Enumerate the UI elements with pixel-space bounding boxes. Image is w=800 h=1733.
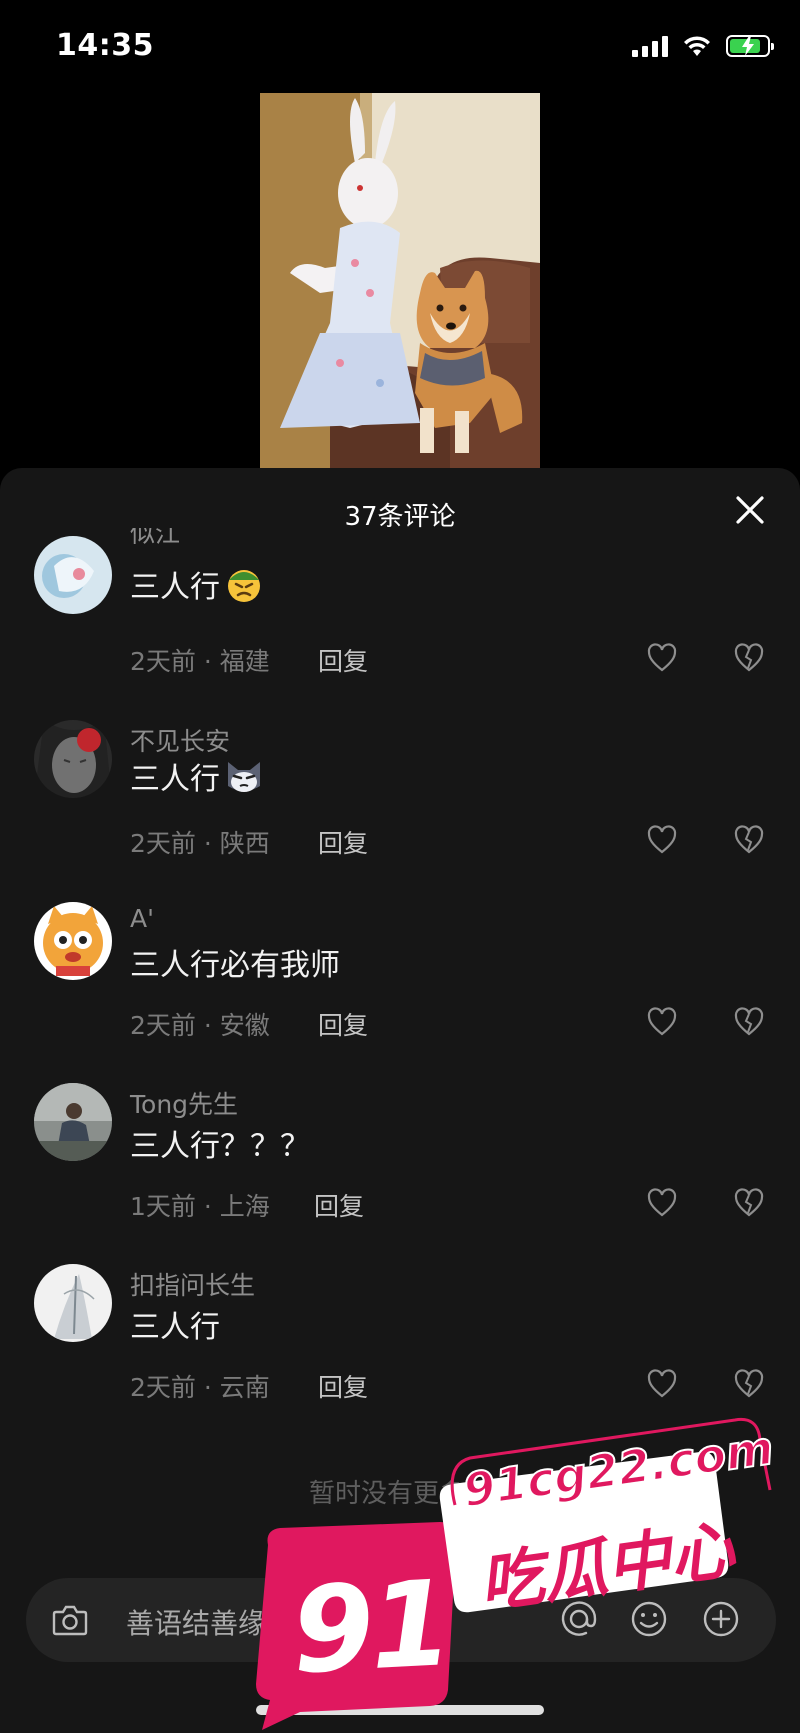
comment-text-content: 三人行 — [130, 1310, 220, 1345]
comment-item: 似江 三人行 2天前 · 福建 回复 — [0, 468, 800, 676]
status-time: 14:35 — [56, 28, 154, 63]
comment-username[interactable]: A' — [130, 904, 154, 933]
home-indicator[interactable] — [256, 1705, 544, 1715]
avatar[interactable] — [34, 1264, 112, 1342]
avatar[interactable] — [34, 720, 112, 798]
camera-icon[interactable] — [50, 1600, 90, 1640]
comment-item: 不见长安 三人行 2天前 · 陕西 回复 — [0, 648, 800, 858]
cat-face-emoji-icon — [228, 762, 260, 792]
like-heart-icon[interactable] — [646, 1368, 678, 1400]
status-icons — [632, 34, 774, 58]
comment-meta: 2天前 · 云南 — [130, 1373, 270, 1402]
avatar[interactable] — [34, 902, 112, 980]
video-thumbnail[interactable] — [260, 93, 540, 468]
comment-username[interactable]: 不见长安 — [130, 722, 230, 758]
avatar[interactable] — [34, 1083, 112, 1161]
dislike-broken-heart-icon[interactable] — [733, 1368, 765, 1400]
comment-text: 三人行？？？ — [130, 1121, 310, 1165]
comment-text-content: 三人行 — [130, 762, 220, 797]
comment-text: 三人行 — [130, 562, 264, 606]
comment-text-content: 三人行 — [130, 570, 220, 605]
comment-text: 三人行 — [130, 1302, 220, 1346]
comment-text: 三人行 — [130, 754, 264, 798]
comment-username[interactable]: 似江 — [130, 528, 180, 550]
status-bar: 14:35 — [0, 0, 800, 100]
comment-text-content: 三人行必有我师 — [130, 948, 340, 983]
comment-time: 2天前 — [130, 1373, 196, 1402]
signal-icon — [632, 35, 668, 57]
comment-item: A' 三人行必有我师 2天前 · 安徽 回复 — [0, 830, 800, 1040]
comment-username[interactable]: Tong先生 — [130, 1085, 238, 1121]
comment-text: 三人行必有我师 — [130, 940, 340, 984]
battery-icon — [726, 35, 774, 57]
angry-face-emoji-icon — [228, 570, 260, 602]
wifi-icon — [684, 36, 710, 56]
watermark-number: 91 — [288, 1554, 452, 1700]
comment-location: 云南 — [219, 1373, 270, 1402]
avatar[interactable] — [34, 536, 112, 614]
comment-text-content: 三人行？？？ — [130, 1129, 310, 1164]
comment-item: Tong先生 三人行？？？ 1天前 · 上海 回复 — [0, 1011, 800, 1221]
comment-item: 扣指问长生 三人行 2天前 · 云南 回复 — [0, 1192, 800, 1402]
comment-username[interactable]: 扣指问长生 — [130, 1266, 255, 1302]
add-plus-icon[interactable] — [700, 1598, 742, 1640]
reply-button[interactable]: 回复 — [318, 1368, 368, 1404]
